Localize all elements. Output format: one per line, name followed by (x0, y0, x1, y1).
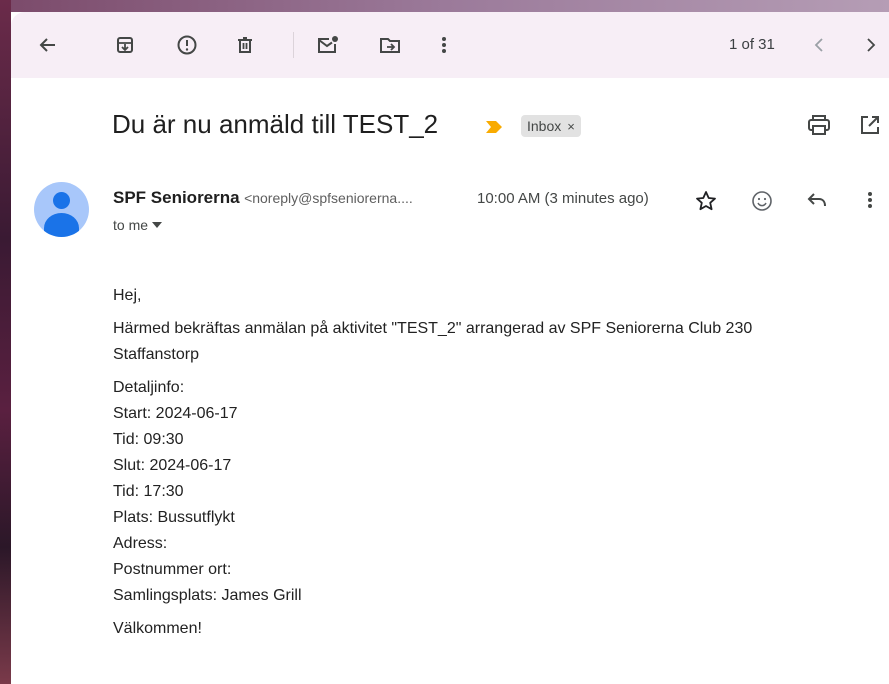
sender-line: SPF Seniorerna <noreply@spfseniorerna...… (113, 188, 413, 208)
mark-unread-icon[interactable] (316, 33, 340, 57)
print-icon[interactable] (807, 114, 831, 141)
detail-line: Plats: Bussutflykt (113, 509, 235, 526)
sender-email: <noreply@spfseniorerna.... (244, 190, 413, 206)
email-body: Hej, Härmed bekräftas anmälan på aktivit… (113, 283, 873, 642)
archive-icon[interactable] (113, 33, 137, 57)
star-icon[interactable] (695, 190, 717, 217)
chevron-left-icon[interactable] (807, 33, 831, 57)
emoji-reaction-icon[interactable] (751, 190, 773, 217)
detail-line: Slut: 2024-06-17 (113, 457, 232, 474)
body-intro-line-1: Härmed bekräftas anmälan på aktivitet "T… (113, 320, 753, 337)
remove-label-icon[interactable]: × (567, 119, 575, 134)
avatar-head (53, 192, 70, 209)
email-subject: Du är nu anmäld till TEST_2 (112, 109, 439, 139)
desktop-background-top (0, 0, 889, 12)
avatar-body (44, 213, 79, 237)
sender-name[interactable]: SPF Seniorerna (113, 188, 240, 207)
message-toolbar: 1 of 31 (11, 12, 889, 78)
desktop-background-left (0, 0, 11, 684)
body-closing: Välkommen! (113, 620, 202, 637)
subject-row: Du är nu anmäld till TEST_2 Inbox × (112, 109, 882, 149)
message-time: 10:00 AM (3 minutes ago) (477, 190, 649, 207)
arrow-left-icon[interactable] (36, 33, 60, 57)
label-chip-text: Inbox (527, 118, 562, 134)
chevron-right-icon[interactable] (859, 33, 883, 57)
body-greeting: Hej, (113, 287, 142, 304)
sender-avatar[interactable] (34, 182, 89, 237)
recipient-text: to me (113, 217, 149, 233)
trash-icon[interactable] (233, 33, 257, 57)
detail-line: Detaljinfo: (113, 379, 185, 396)
detail-line: Start: 2024-06-17 (113, 405, 238, 422)
chevron-down-icon (152, 222, 163, 228)
reply-icon[interactable] (806, 190, 828, 215)
toolbar-divider (293, 32, 294, 58)
detail-line: Tid: 17:30 (113, 483, 184, 500)
open-in-new-window-icon[interactable] (859, 114, 881, 141)
email-view: 1 of 31 Du är nu anmäld till TEST_2 Inbo… (11, 12, 889, 684)
body-intro-line-2: Staffanstorp (113, 346, 199, 363)
inbox-label-chip[interactable]: Inbox × (521, 115, 581, 137)
more-vert-icon[interactable] (432, 33, 456, 57)
importance-marker-icon[interactable] (485, 120, 503, 139)
detail-line: Adress: (113, 535, 168, 552)
recipient-details-toggle[interactable]: to me (113, 217, 163, 233)
detail-line: Tid: 09:30 (113, 431, 184, 448)
detail-line: Postnummer ort: (113, 561, 232, 578)
message-page-count: 1 of 31 (729, 36, 775, 53)
report-spam-icon[interactable] (175, 33, 199, 57)
detail-line: Samlingsplats: James Grill (113, 587, 302, 604)
move-to-icon[interactable] (378, 33, 402, 57)
message-more-icon[interactable] (867, 190, 873, 215)
